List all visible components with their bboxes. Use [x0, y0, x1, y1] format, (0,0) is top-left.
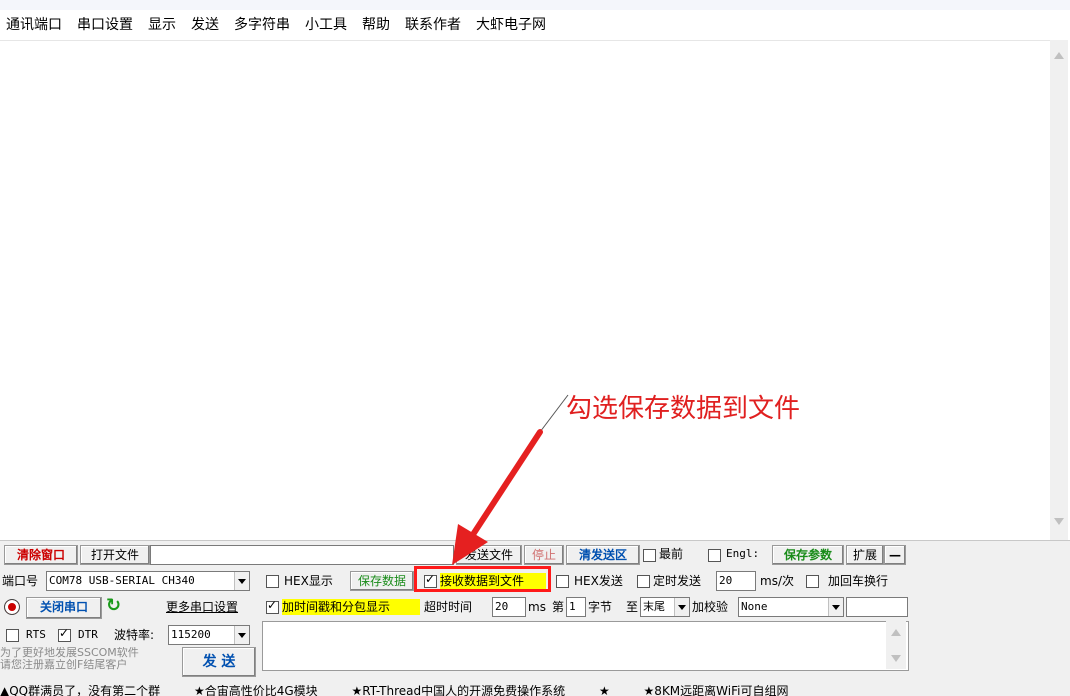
rts-checkbox[interactable]	[6, 629, 19, 642]
send-text-area[interactable]	[262, 621, 909, 671]
timestamp-checkbox[interactable]	[266, 598, 279, 614]
control-panel: 清除窗口 打开文件 发送文件 停止 清发送区 最前 Engl: 保存参数 扩展 …	[0, 540, 1070, 686]
chevron-down-icon[interactable]	[234, 626, 249, 644]
status-item[interactable]: ★	[599, 685, 610, 696]
add-crlf-checkbox[interactable]	[806, 575, 819, 588]
timeout-unit-label: ms	[528, 600, 546, 614]
menu-bar: 通讯端口 串口设置 显示 发送 多字符串 小工具 帮助 联系作者 大虾电子网	[0, 0, 1070, 40]
end-select-value: 末尾	[643, 600, 665, 613]
baud-select-value: 115200	[171, 628, 211, 641]
timestamp-label: 加时间戳和分包显示	[282, 599, 420, 615]
file-path-input[interactable]	[150, 545, 454, 565]
title-strip	[0, 0, 1070, 10]
more-port-settings-link[interactable]: 更多串口设置	[166, 599, 238, 615]
status-item[interactable]: ▲QQ群满员了，没有第二个群	[0, 685, 160, 696]
status-bar: ▲QQ群满员了，没有第二个群 ★合宙高性价比4G模块 ★RT-Thread中国人…	[0, 685, 1070, 696]
rts-label: RTS	[26, 628, 46, 641]
port-select[interactable]: COM78 USB-SERIAL CH340	[46, 571, 250, 591]
topmost-label: 最前	[659, 547, 684, 561]
port-label: 端口号	[2, 574, 39, 588]
collapse-button[interactable]: —	[884, 545, 906, 565]
scroll-down-icon[interactable]	[1054, 518, 1064, 525]
dtr-checkbox[interactable]	[58, 626, 71, 642]
save-params-button[interactable]: 保存参数	[772, 545, 844, 565]
topmost-checkbox[interactable]	[643, 549, 656, 562]
clear-send-area-button[interactable]: 清发送区	[566, 545, 640, 565]
timeout-input[interactable]: 20	[492, 597, 526, 617]
timeout-label: 超时时间	[424, 600, 473, 614]
to-label: 至	[626, 600, 639, 614]
expand-button[interactable]: 扩展	[846, 545, 884, 565]
english-label: Engl:	[726, 547, 760, 560]
byte-label: 字节	[588, 600, 613, 614]
checksum-extra-input[interactable]	[846, 597, 908, 617]
menu-item-contact-author[interactable]: 联系作者	[405, 14, 461, 34]
menu-item-multi-string[interactable]: 多字符串	[234, 14, 290, 34]
interval-unit-label: ms/次	[760, 574, 794, 588]
receive-text-area[interactable]	[0, 40, 1050, 541]
baud-label: 波特率:	[114, 628, 155, 642]
menu-item-help[interactable]: 帮助	[362, 14, 390, 34]
menu-item-serial-settings[interactable]: 串口设置	[77, 14, 133, 34]
checksum-label: 加校验	[692, 600, 729, 614]
scroll-up-icon[interactable]	[1054, 52, 1064, 59]
menu-item-tools[interactable]: 小工具	[305, 14, 347, 34]
menu-item-display[interactable]: 显示	[148, 14, 176, 34]
stop-button[interactable]: 停止	[524, 545, 564, 565]
scroll-up-icon[interactable]	[891, 629, 901, 636]
receive-scrollbar[interactable]	[1050, 40, 1068, 540]
status-item[interactable]: ★8KM远距离WiFi可自组网	[644, 685, 789, 696]
end-select[interactable]: 末尾	[640, 597, 690, 617]
menu-item-daxia-website[interactable]: 大虾电子网	[476, 14, 546, 34]
chevron-down-icon[interactable]	[674, 598, 689, 616]
send-scrollbar[interactable]	[886, 621, 906, 669]
add-crlf-label: 加回车换行	[828, 574, 889, 588]
highlight-box	[414, 566, 551, 592]
close-port-button[interactable]: 关闭串口	[26, 597, 102, 619]
hex-send-checkbox[interactable]	[556, 575, 569, 588]
hex-display-label: HEX显示	[284, 574, 333, 588]
checksum-select-value: None	[741, 600, 768, 613]
english-checkbox[interactable]	[708, 549, 721, 562]
baud-select[interactable]: 115200	[168, 625, 250, 645]
chevron-down-icon[interactable]	[828, 598, 843, 616]
send-file-button[interactable]: 发送文件	[456, 545, 522, 565]
menu-item-send[interactable]: 发送	[191, 14, 219, 34]
save-data-button[interactable]: 保存数据	[350, 571, 414, 591]
status-item[interactable]: ★合宙高性价比4G模块	[194, 685, 318, 696]
status-item[interactable]: ★RT-Thread中国人的开源免费操作系统	[351, 685, 565, 696]
timed-send-checkbox[interactable]	[637, 575, 650, 588]
hex-send-label: HEX发送	[574, 574, 623, 588]
annotation-text: 勾选保存数据到文件	[566, 394, 801, 424]
nth-byte-input[interactable]: 1	[566, 597, 586, 617]
menu-item-comm-port[interactable]: 通讯端口	[6, 14, 62, 34]
port-status-indicator-icon	[4, 599, 20, 615]
chevron-down-icon[interactable]	[234, 572, 249, 590]
timed-send-label: 定时发送	[653, 574, 702, 588]
checksum-select[interactable]: None	[738, 597, 844, 617]
scroll-down-icon[interactable]	[891, 655, 901, 662]
send-interval-input[interactable]: 20	[716, 571, 756, 591]
dtr-label: DTR	[78, 628, 98, 641]
hex-display-checkbox[interactable]	[266, 575, 279, 588]
promo-line-1[interactable]: 为了更好地发展SSCOM软件	[0, 647, 176, 659]
port-select-value: COM78 USB-SERIAL CH340	[49, 574, 195, 587]
promo-line-2[interactable]: 请您注册嘉立创F结尾客户	[0, 659, 176, 671]
nth-label: 第	[552, 600, 565, 614]
clear-window-button[interactable]: 清除窗口	[4, 545, 78, 565]
open-file-button[interactable]: 打开文件	[80, 545, 150, 565]
refresh-icon[interactable]: ↻	[106, 595, 121, 616]
send-button[interactable]: 发 送	[182, 647, 256, 677]
